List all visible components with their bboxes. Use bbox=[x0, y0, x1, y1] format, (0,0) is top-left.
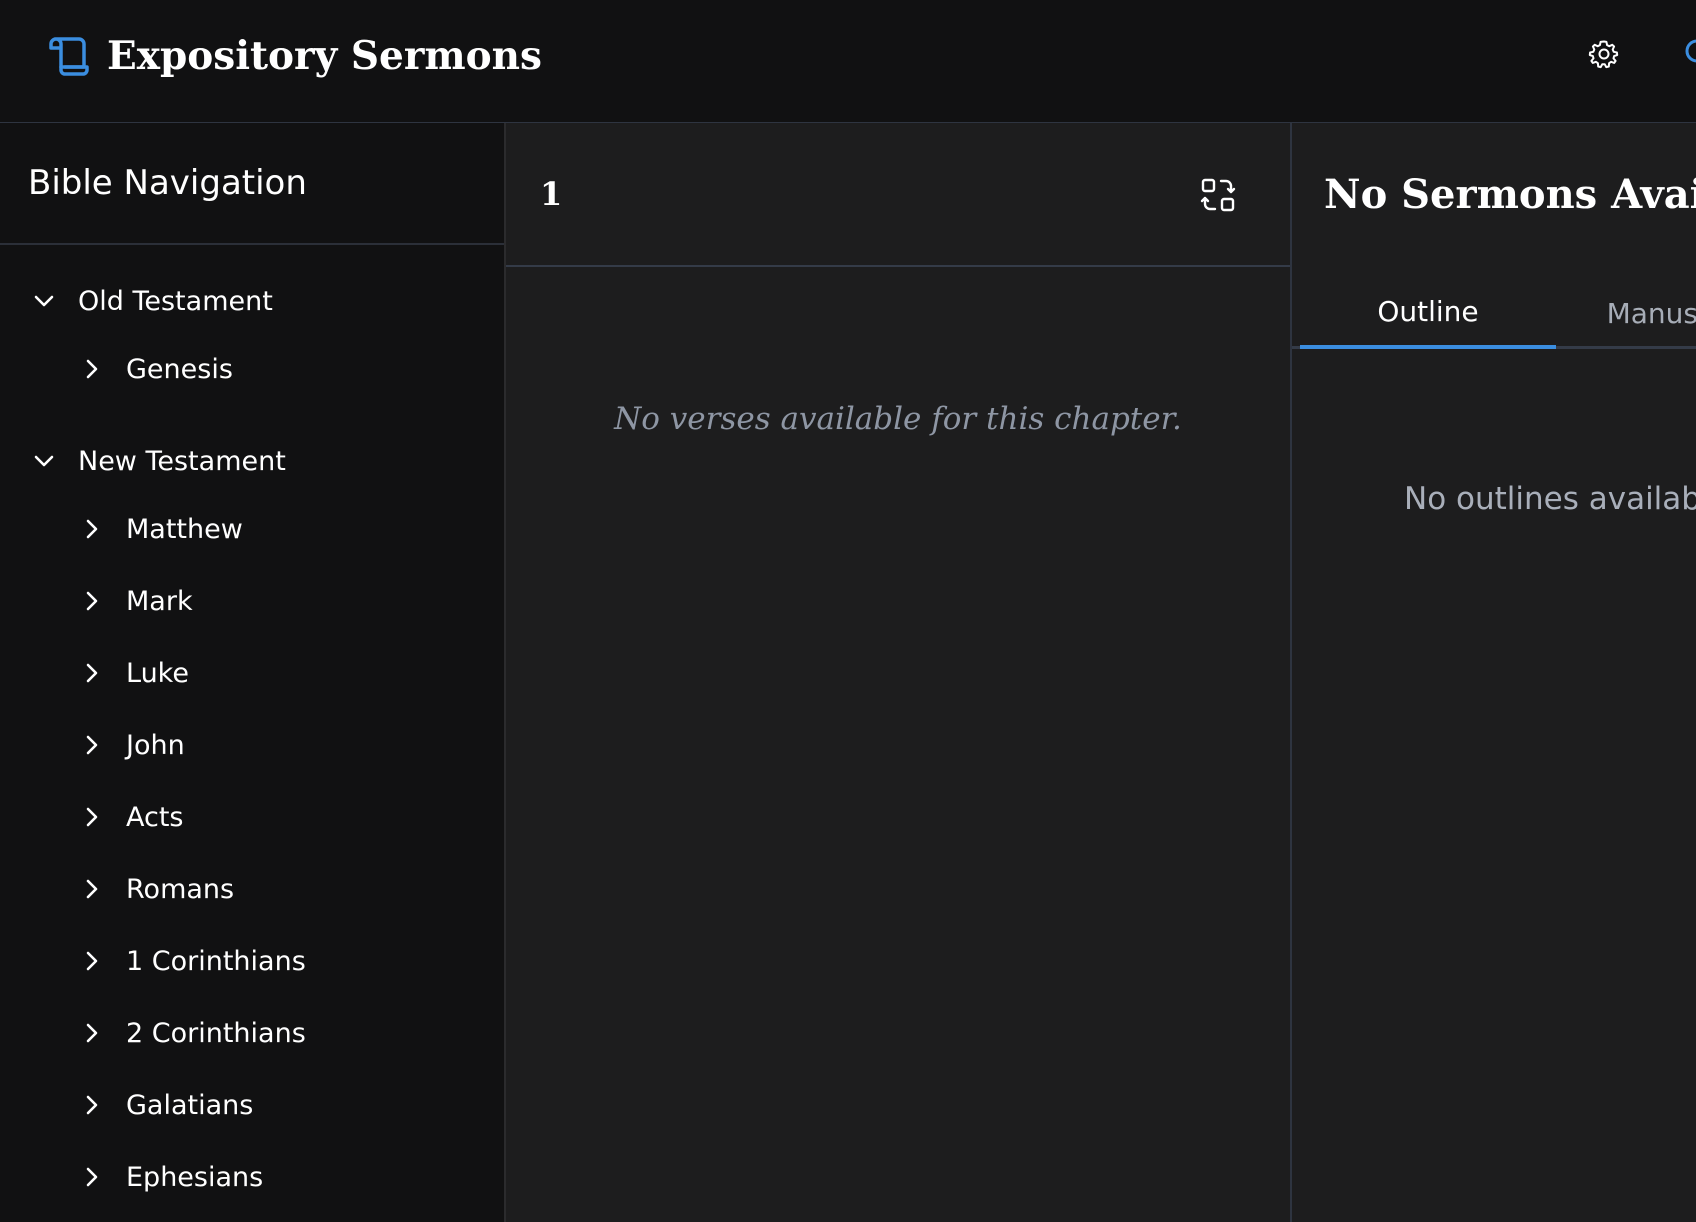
book-label: 1 Corinthians bbox=[126, 945, 306, 977]
brand[interactable]: Expository Sermons bbox=[45, 33, 542, 79]
app-title: Expository Sermons bbox=[107, 33, 542, 79]
testament-label: Old Testament bbox=[78, 285, 273, 317]
sermon-panel: No Sermons Available Outline Manuscript … bbox=[1292, 123, 1696, 1222]
book-label: Mark bbox=[126, 585, 193, 617]
bible-navigation-sidebar: Bible Navigation Old Testament Genesis N… bbox=[0, 123, 506, 1222]
book-item-mark[interactable]: Mark bbox=[0, 565, 504, 637]
gear-icon bbox=[1588, 40, 1619, 69]
chevron-down-icon bbox=[34, 455, 54, 467]
book-label: 2 Corinthians bbox=[126, 1017, 306, 1049]
chevron-down-icon bbox=[34, 295, 54, 307]
search-button[interactable] bbox=[1682, 36, 1696, 72]
scroll-icon bbox=[49, 37, 89, 76]
book-label: John bbox=[126, 729, 185, 761]
book-item-luke[interactable]: Luke bbox=[0, 637, 504, 709]
chevron-right-icon bbox=[86, 359, 98, 379]
sidebar-title: Bible Navigation bbox=[28, 163, 307, 203]
chevron-right-icon bbox=[86, 1095, 98, 1115]
book-item-john[interactable]: John bbox=[0, 709, 504, 781]
chevron-right-icon bbox=[86, 807, 98, 827]
chevron-right-icon bbox=[86, 591, 98, 611]
tab-outline[interactable]: Outline bbox=[1300, 277, 1556, 349]
compare-icon bbox=[1200, 178, 1236, 212]
app-header: Expository Sermons bbox=[0, 0, 1696, 123]
sidebar-header: Bible Navigation bbox=[0, 123, 504, 245]
book-item-matthew[interactable]: Matthew bbox=[0, 493, 504, 565]
book-item-ephesians[interactable]: Ephesians bbox=[0, 1141, 504, 1213]
book-item-acts[interactable]: Acts bbox=[0, 781, 504, 853]
chevron-right-icon bbox=[86, 663, 98, 683]
book-label: Genesis bbox=[126, 353, 233, 385]
book-item-1-corinthians[interactable]: 1 Corinthians bbox=[0, 925, 504, 997]
book-label: Galatians bbox=[126, 1089, 254, 1121]
book-label: Romans bbox=[126, 873, 235, 905]
chevron-right-icon bbox=[86, 1167, 98, 1187]
book-label: Luke bbox=[126, 657, 189, 689]
book-item-galatians[interactable]: Galatians bbox=[0, 1069, 504, 1141]
chevron-right-icon bbox=[86, 1023, 98, 1043]
search-icon bbox=[1685, 39, 1696, 63]
chevron-right-icon bbox=[86, 735, 98, 755]
settings-button[interactable] bbox=[1586, 36, 1622, 72]
empty-verses-message: No verses available for this chapter. bbox=[614, 401, 1182, 437]
chevron-right-icon bbox=[86, 519, 98, 539]
testament-label: New Testament bbox=[78, 445, 286, 477]
sermon-title: No Sermons Available bbox=[1324, 171, 1696, 218]
book-item-2-corinthians[interactable]: 2 Corinthians bbox=[0, 997, 504, 1069]
empty-outlines-message: No outlines available bbox=[1404, 481, 1696, 517]
book-label: Matthew bbox=[126, 513, 243, 545]
compare-button[interactable] bbox=[1200, 177, 1236, 213]
book-label: Acts bbox=[126, 801, 184, 833]
book-tree: Old Testament Genesis New Testament Matt… bbox=[0, 245, 504, 1213]
scripture-reader: 1 No verses available for this chapter. bbox=[506, 123, 1292, 1222]
chevron-right-icon bbox=[86, 951, 98, 971]
book-label: Ephesians bbox=[126, 1161, 264, 1193]
tree-gap bbox=[0, 405, 504, 429]
reader-header: 1 bbox=[506, 123, 1290, 267]
testament-old[interactable]: Old Testament bbox=[0, 269, 504, 333]
book-item-romans[interactable]: Romans bbox=[0, 853, 504, 925]
book-item-genesis[interactable]: Genesis bbox=[0, 333, 504, 405]
chapter-number: 1 bbox=[540, 175, 563, 213]
sermon-tabs: Outline Manuscript bbox=[1292, 277, 1696, 349]
testament-new[interactable]: New Testament bbox=[0, 429, 504, 493]
tab-manuscript[interactable]: Manuscript bbox=[1556, 277, 1696, 349]
chevron-right-icon bbox=[86, 879, 98, 899]
